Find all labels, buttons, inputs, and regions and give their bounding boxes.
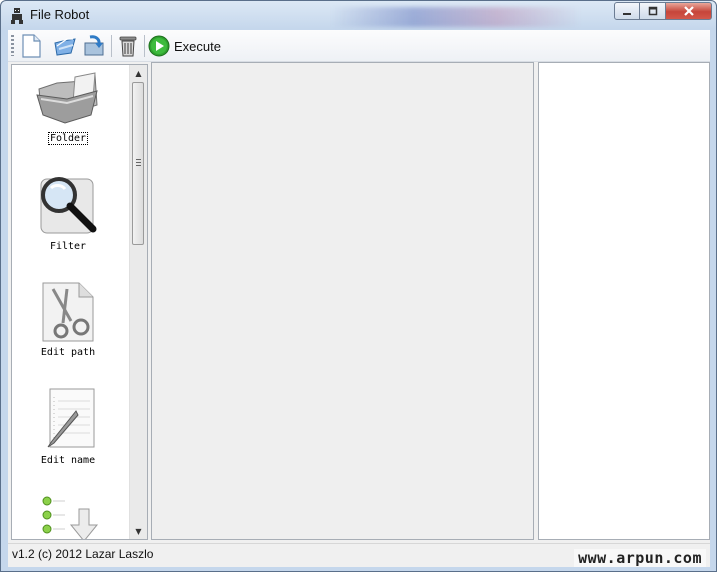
toolbox-item-label: Edit name xyxy=(40,455,96,466)
new-document-icon xyxy=(22,34,41,58)
execute-button[interactable]: Execute xyxy=(148,33,221,59)
watermark: www.arpun.com xyxy=(574,549,706,567)
workspace-canvas[interactable] xyxy=(151,62,534,540)
scroll-up-arrow[interactable]: ▲ xyxy=(130,65,147,81)
notepad-pen-icon xyxy=(47,388,95,448)
toolbar-separator xyxy=(111,35,112,57)
toolbox-panel: Folder Filter Edit path Edit name ▲ ▼ xyxy=(11,64,148,540)
close-button[interactable] xyxy=(666,2,712,20)
toolbar-separator xyxy=(144,35,145,57)
scroll-thumb[interactable] xyxy=(132,82,144,245)
save-icon xyxy=(84,35,104,56)
title-bar-glow xyxy=(331,7,581,27)
scroll-down-arrow[interactable]: ▼ xyxy=(130,523,147,539)
maximize-icon xyxy=(648,6,657,16)
toolbox-scrollbar[interactable]: ▲ ▼ xyxy=(129,65,147,539)
folder-icon xyxy=(36,72,98,124)
toolbox-item-label: Folder xyxy=(47,132,89,145)
trash-icon xyxy=(119,36,137,57)
toolbox-item-edit-path[interactable]: Edit path xyxy=(12,281,124,358)
robot-app-icon xyxy=(10,8,24,24)
toolbar-grip[interactable] xyxy=(11,35,14,56)
toolbar: Execute xyxy=(8,30,710,62)
save-button[interactable] xyxy=(81,33,107,59)
toolbox-item-list[interactable] xyxy=(12,495,124,539)
window-title: File Robot xyxy=(30,7,90,22)
title-bar[interactable]: File Robot xyxy=(1,1,716,29)
minimize-button[interactable] xyxy=(614,2,640,20)
toolbox-item-label: Filter xyxy=(49,241,87,252)
open-icon xyxy=(54,38,76,56)
new-button[interactable] xyxy=(18,33,44,59)
play-icon xyxy=(148,35,170,57)
toolbox-item-folder[interactable]: Folder xyxy=(12,69,124,145)
toolbox-item-edit-name[interactable]: Edit name xyxy=(12,387,124,466)
close-icon xyxy=(683,6,694,16)
app-window: File Robot Execute Folder Filter Edit pa… xyxy=(0,0,717,572)
list-arrow-icon xyxy=(42,496,99,539)
status-text: v1.2 (c) 2012 Lazar Laszlo xyxy=(12,547,154,561)
scroll-thumb-grip xyxy=(136,159,141,168)
minimize-icon xyxy=(623,13,631,15)
properties-panel[interactable] xyxy=(538,62,710,540)
window-controls xyxy=(614,2,712,21)
status-bar: v1.2 (c) 2012 Lazar Laszlo www.arpun.com xyxy=(8,543,710,567)
magnifier-icon xyxy=(40,177,97,234)
delete-button[interactable] xyxy=(115,33,141,59)
scissors-icon xyxy=(42,282,94,342)
execute-label: Execute xyxy=(174,38,221,54)
client-area: Execute Folder Filter Edit path Edit nam… xyxy=(8,30,710,567)
open-button[interactable] xyxy=(52,33,78,59)
toolbox-item-filter[interactable]: Filter xyxy=(12,175,124,252)
toolbox-item-label: Edit path xyxy=(40,347,96,358)
maximize-button[interactable] xyxy=(640,2,666,20)
